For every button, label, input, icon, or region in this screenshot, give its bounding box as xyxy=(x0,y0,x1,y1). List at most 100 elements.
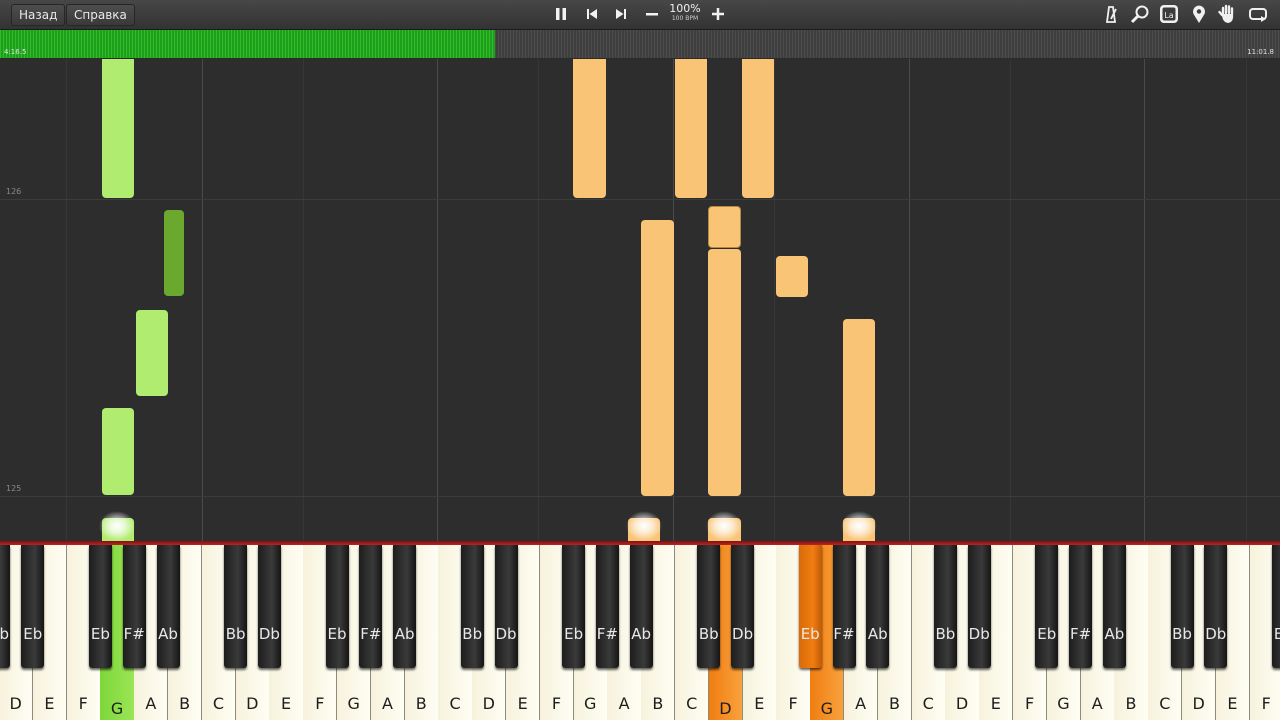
key-label: G xyxy=(820,699,834,718)
note-glow xyxy=(99,511,135,541)
grid-line xyxy=(774,59,775,541)
key-label: F xyxy=(78,694,88,713)
note-glow xyxy=(626,511,662,541)
black-key[interactable]: Db xyxy=(257,545,281,668)
grid-line xyxy=(1144,59,1145,541)
key-label: G xyxy=(110,699,124,718)
key-label: F xyxy=(1025,694,1035,713)
note-block xyxy=(742,59,774,198)
loop-icon[interactable] xyxy=(1248,4,1270,26)
black-key[interactable]: Bb xyxy=(1170,545,1194,668)
speed-percent: 100% xyxy=(669,2,701,15)
measure-line xyxy=(0,199,1280,200)
note-block xyxy=(164,210,184,296)
note-block xyxy=(708,249,741,496)
black-key[interactable]: Eb xyxy=(1271,545,1280,668)
note-block xyxy=(843,319,875,496)
location-pin-icon[interactable] xyxy=(1189,4,1211,26)
hand-icon[interactable] xyxy=(1218,4,1240,26)
key-label: E xyxy=(754,694,765,713)
tempo-bpm: 100 BPM xyxy=(671,15,699,22)
key-label: C xyxy=(449,694,461,713)
svg-text:La: La xyxy=(1164,11,1173,20)
key-label: C xyxy=(922,694,934,713)
key-label: Ab xyxy=(158,625,178,643)
black-key[interactable]: F# xyxy=(595,545,619,668)
key-label: Eb xyxy=(23,625,43,643)
black-key[interactable]: Eb xyxy=(325,545,349,668)
key-label: A xyxy=(618,694,630,713)
key-label: E xyxy=(1227,694,1238,713)
grid-line xyxy=(66,59,67,541)
skip-forward-icon[interactable] xyxy=(609,3,633,25)
black-key[interactable]: F# xyxy=(122,545,146,668)
black-key[interactable]: Eb xyxy=(88,545,112,668)
grid-line xyxy=(1010,59,1011,541)
key-label: B xyxy=(888,694,900,713)
grid-line xyxy=(437,59,438,541)
key-label: D xyxy=(1192,694,1205,713)
toolbar: Назад Справка 100% 100 BPM La xyxy=(0,0,1280,30)
key-label: A xyxy=(1091,694,1103,713)
measure-label: 126 xyxy=(6,187,22,196)
black-key[interactable]: Ab xyxy=(1102,545,1126,668)
black-key[interactable]: Eb xyxy=(1035,545,1059,668)
key-label: G xyxy=(1057,694,1070,713)
note-block xyxy=(573,59,606,198)
key-label: A xyxy=(855,694,867,713)
metronome-icon[interactable] xyxy=(1101,4,1123,26)
black-key[interactable]: Eb xyxy=(562,545,586,668)
black-key[interactable]: Ab xyxy=(866,545,890,668)
black-key[interactable]: Db xyxy=(1204,545,1228,668)
key-label: Eb xyxy=(1273,625,1280,643)
black-key[interactable]: Ab xyxy=(156,545,180,668)
black-key[interactable]: Eb xyxy=(798,545,822,668)
key-label: Db xyxy=(732,625,754,643)
grid-line xyxy=(909,59,910,541)
black-key[interactable]: F# xyxy=(359,545,383,668)
key-label: Ab xyxy=(867,625,888,643)
black-key[interactable]: Bb xyxy=(697,545,721,668)
black-key[interactable]: Ab xyxy=(629,545,653,668)
black-key[interactable]: Ab xyxy=(393,545,417,668)
grid-line xyxy=(1246,59,1247,541)
key-label: D xyxy=(246,694,259,713)
black-key[interactable]: Db xyxy=(731,545,755,668)
pause-icon[interactable] xyxy=(549,3,573,25)
note-block xyxy=(102,59,134,198)
help-button[interactable]: Справка xyxy=(66,4,135,26)
note-block xyxy=(136,310,168,396)
key-label: C xyxy=(686,694,698,713)
key-label: F xyxy=(551,694,562,713)
black-key[interactable]: Db xyxy=(0,545,10,668)
progress-bar[interactable]: 4:16.5 11:01.8 xyxy=(0,30,1280,58)
note-labels-icon[interactable]: La xyxy=(1159,4,1181,26)
piano-keyboard: D E F G A B C D E F G A B C D E F G A B C D E F G A B C D E F G A B C D E F Db… xyxy=(0,545,1280,720)
minus-icon[interactable] xyxy=(640,3,664,25)
black-key[interactable]: Bb xyxy=(460,545,484,668)
note-block xyxy=(776,256,808,297)
key-label: D xyxy=(719,699,732,718)
plus-icon[interactable] xyxy=(706,3,730,25)
black-key[interactable]: F# xyxy=(1069,545,1093,668)
skip-back-icon[interactable] xyxy=(580,3,604,25)
speed-display: 100% 100 BPM xyxy=(664,3,706,23)
black-key[interactable]: Bb xyxy=(933,545,957,668)
black-key[interactable]: Db xyxy=(967,545,991,668)
key-label: A xyxy=(145,694,157,713)
note-glow xyxy=(841,511,877,541)
black-key[interactable]: Eb xyxy=(21,545,45,668)
key-label: Ab xyxy=(394,625,415,643)
black-key[interactable]: Db xyxy=(494,545,518,668)
key-label: E xyxy=(517,694,528,713)
note-block xyxy=(102,408,134,495)
black-key[interactable]: F# xyxy=(832,545,856,668)
back-button[interactable]: Назад xyxy=(11,4,66,26)
key-label: G xyxy=(584,694,597,713)
key-label: Db xyxy=(1205,625,1227,643)
key-label: B xyxy=(179,694,191,713)
search-icon[interactable] xyxy=(1130,4,1152,26)
key-label: Db xyxy=(495,625,517,643)
black-key[interactable]: Bb xyxy=(224,545,248,668)
key-label: B xyxy=(652,694,664,713)
